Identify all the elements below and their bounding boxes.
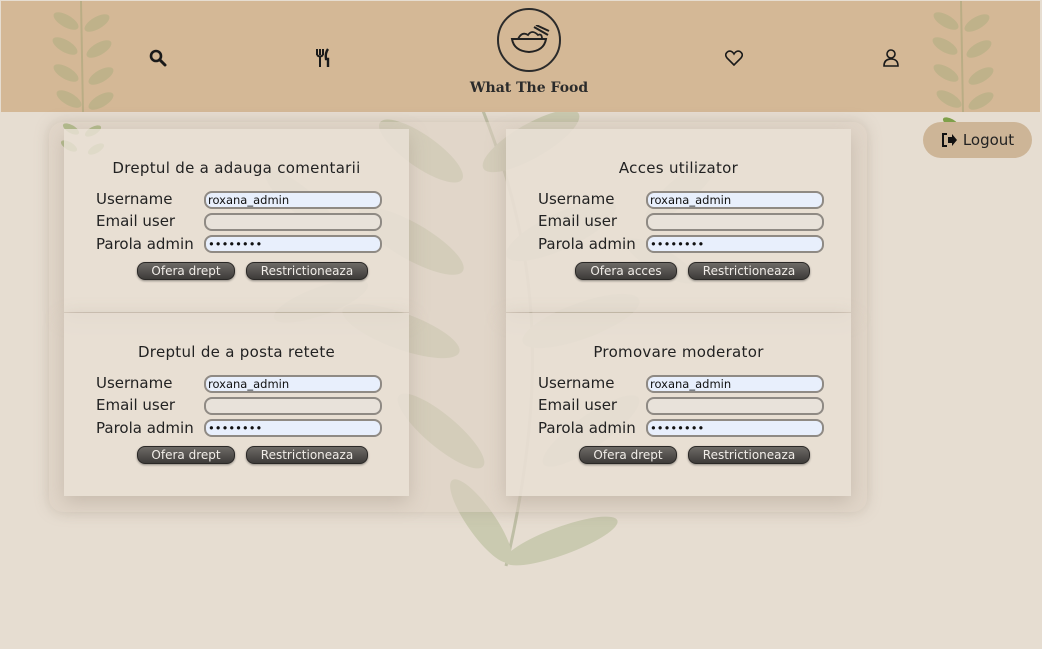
password-label: Parola admin [96,235,194,253]
card-comment-rights: Dreptul de a adauga comentarii Username … [64,129,409,312]
email-input[interactable] [204,397,382,415]
search-icon[interactable] [147,47,169,69]
restrict-button[interactable]: Restrictioneaza [688,446,810,464]
card-recipe-rights: Dreptul de a posta retete Username roxan… [64,313,409,496]
username-input[interactable]: roxana_admin [204,191,382,209]
email-input[interactable] [646,213,824,231]
card-moderator-promotion: Promovare moderator Username roxana_admi… [506,313,851,496]
grant-button[interactable]: Ofera drept [137,446,235,464]
email-input[interactable] [204,213,382,231]
password-input[interactable]: •••••••• [204,235,382,253]
bowl-logo-icon[interactable] [497,8,561,72]
grant-button[interactable]: Ofera drept [579,446,677,464]
brand-name[interactable]: What The Food [461,80,597,96]
card-title: Dreptul de a posta retete [137,343,336,361]
card-title: Acces utilizator [618,159,739,177]
page: What The Food Logout Dreptul de a adauga… [1,1,1040,646]
utensils-icon[interactable] [312,47,334,69]
site-header: What The Food [1,1,1040,112]
username-input[interactable]: roxana_admin [646,191,824,209]
email-label: Email user [96,396,176,414]
card-user-access: Acces utilizator Username roxana_admin E… [506,129,851,312]
username-label: Username [538,190,615,208]
header-leaves-right-icon [932,1,994,112]
password-input[interactable]: •••••••• [646,419,824,437]
email-label: Email user [538,396,618,414]
heart-icon[interactable] [723,47,745,69]
logout-label: Logout [962,131,1015,149]
username-input[interactable]: roxana_admin [646,375,824,393]
email-input[interactable] [646,397,824,415]
card-title: Promovare moderator [593,343,764,361]
restrict-button[interactable]: Restrictioneaza [246,446,368,464]
username-label: Username [96,190,173,208]
password-label: Parola admin [538,419,636,437]
grant-button[interactable]: Ofera acces [575,262,677,280]
restrict-button[interactable]: Restrictioneaza [688,262,810,280]
username-input[interactable]: roxana_admin [204,375,382,393]
password-label: Parola admin [96,419,194,437]
email-label: Email user [96,212,176,230]
password-input[interactable]: •••••••• [204,419,382,437]
user-icon[interactable] [880,47,902,69]
password-label: Parola admin [538,235,636,253]
sign-out-icon [941,133,957,147]
card-title: Dreptul de a adauga comentarii [112,159,361,177]
grant-button[interactable]: Ofera drept [137,262,235,280]
email-label: Email user [538,212,618,230]
password-input[interactable]: •••••••• [646,235,824,253]
username-label: Username [538,374,615,392]
restrict-button[interactable]: Restrictioneaza [246,262,368,280]
header-leaves-left-icon [52,1,114,112]
username-label: Username [96,374,173,392]
logout-button[interactable]: Logout [923,122,1032,158]
